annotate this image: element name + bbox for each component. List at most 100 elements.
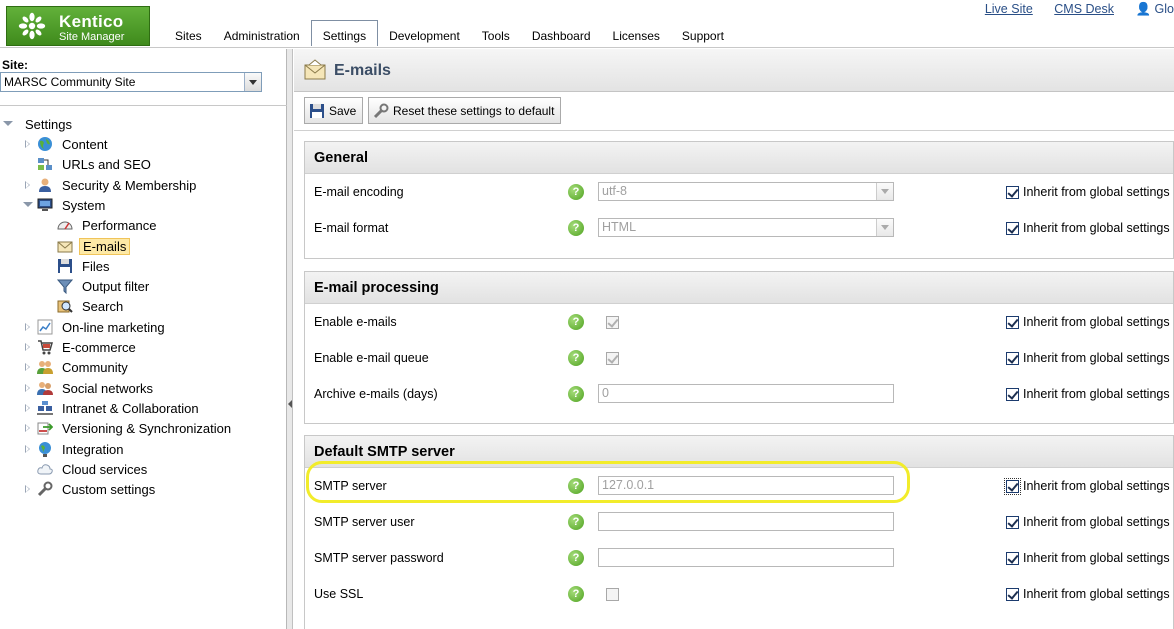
- expand-icon[interactable]: [23, 322, 33, 332]
- chevron-down-icon[interactable]: [876, 219, 893, 236]
- expand-icon[interactable]: [23, 403, 33, 413]
- cms-desk-link[interactable]: CMS Desk: [1054, 2, 1114, 16]
- tab-administration[interactable]: Administration: [213, 22, 311, 46]
- inherit-checkbox[interactable]: [1006, 387, 1019, 401]
- inherit-checkbox[interactable]: [1006, 315, 1019, 329]
- expand-icon[interactable]: [23, 362, 33, 372]
- inherit-toggle[interactable]: Inherit from global settings: [1006, 185, 1170, 199]
- tree-item-emails[interactable]: E-mails: [57, 237, 131, 255]
- inherit-toggle[interactable]: Inherit from global settings: [1006, 351, 1170, 365]
- tree-item-intranet[interactable]: Intranet & Collaboration: [23, 399, 202, 417]
- expand-icon[interactable]: [23, 180, 33, 190]
- tab-sites[interactable]: Sites: [164, 22, 213, 46]
- tree-item-versioning[interactable]: Versioning & Synchronization: [23, 419, 234, 437]
- tree-item-content[interactable]: Content: [23, 135, 111, 153]
- reset-to-default-button[interactable]: Reset these settings to default: [368, 97, 562, 124]
- logo-title: Kentico: [59, 12, 124, 31]
- collapse-arrow-icon[interactable]: [288, 400, 292, 408]
- live-site-link[interactable]: Live Site: [985, 2, 1033, 16]
- email-encoding-select[interactable]: utf-8: [598, 182, 894, 201]
- chevron-down-icon[interactable]: [244, 73, 261, 91]
- expand-icon[interactable]: [23, 423, 33, 433]
- inherit-toggle[interactable]: Inherit from global settings: [1006, 387, 1170, 401]
- inherit-toggle[interactable]: Inherit from global settings: [1006, 315, 1170, 329]
- inherit-checkbox[interactable]: [1006, 587, 1019, 601]
- help-icon[interactable]: ?: [568, 386, 584, 402]
- tree-item-urls-seo[interactable]: URLs and SEO: [23, 155, 154, 173]
- expand-icon[interactable]: [23, 139, 33, 149]
- section-title: E-mail processing: [305, 272, 1173, 304]
- smtp-server-user-input[interactable]: [598, 512, 894, 531]
- tree-item-ecommerce[interactable]: E-commerce: [23, 338, 139, 356]
- tree-item-custom-settings[interactable]: Custom settings: [23, 480, 158, 498]
- help-icon[interactable]: ?: [568, 184, 584, 200]
- tree-item-files[interactable]: Files: [57, 257, 112, 275]
- tree-item-performance[interactable]: Performance: [57, 216, 159, 234]
- help-icon[interactable]: ?: [568, 314, 584, 330]
- tree-item-security[interactable]: Security & Membership: [23, 176, 199, 194]
- expand-icon[interactable]: [23, 484, 33, 494]
- inherit-toggle[interactable]: Inherit from global settings: [1006, 551, 1170, 565]
- tree-item-community[interactable]: Community: [23, 358, 131, 376]
- tree-item-cloud-services[interactable]: Cloud services: [23, 460, 150, 478]
- inherit-toggle[interactable]: Inherit from global settings: [1006, 221, 1170, 235]
- section-email-processing: E-mail processing Enable e-mails ? Inher…: [304, 271, 1174, 424]
- help-icon[interactable]: ?: [568, 586, 584, 602]
- tree-item-search[interactable]: Search: [57, 297, 126, 315]
- help-icon[interactable]: ?: [568, 350, 584, 366]
- archive-emails-input[interactable]: 0: [598, 384, 894, 403]
- tab-settings[interactable]: Settings: [310, 20, 379, 46]
- inherit-toggle[interactable]: Inherit from global settings: [1004, 477, 1170, 495]
- collapse-icon[interactable]: [23, 200, 33, 210]
- expand-icon[interactable]: [23, 383, 33, 393]
- tree-item-label: On-line marketing: [62, 319, 165, 335]
- user-menu[interactable]: 👤 Glo: [1135, 2, 1174, 16]
- inherit-checkbox[interactable]: [1006, 515, 1019, 529]
- help-icon[interactable]: ?: [568, 220, 584, 236]
- tree-item-label: Social networks: [62, 380, 154, 396]
- help-icon[interactable]: ?: [568, 478, 584, 494]
- tree-item-system[interactable]: System: [23, 196, 108, 214]
- collapse-icon[interactable]: [3, 119, 13, 129]
- kentico-logo[interactable]: Kentico Site Manager: [6, 6, 150, 46]
- chevron-down-icon[interactable]: [876, 183, 893, 200]
- inherit-toggle[interactable]: Inherit from global settings: [1006, 587, 1170, 601]
- setting-label: E-mail encoding: [314, 185, 404, 199]
- inherit-checkbox[interactable]: [1006, 551, 1019, 565]
- setting-row-enable-emails: Enable e-mails ? Inherit from global set…: [305, 304, 1173, 340]
- inherit-checkbox[interactable]: [1006, 221, 1019, 235]
- email-format-select[interactable]: HTML: [598, 218, 894, 237]
- tree-item-integration[interactable]: Integration: [23, 440, 126, 458]
- inherit-checkbox[interactable]: [1006, 351, 1019, 365]
- help-icon[interactable]: ?: [568, 514, 584, 530]
- tree-item-label: System: [62, 197, 106, 213]
- help-icon[interactable]: ?: [568, 550, 584, 566]
- inherit-checkbox[interactable]: [1004, 477, 1021, 495]
- expand-icon[interactable]: [23, 444, 33, 454]
- tree-item-label: Community: [62, 359, 128, 375]
- tree-item-online-marketing[interactable]: On-line marketing: [23, 318, 168, 336]
- smtp-server-input[interactable]: 127.0.0.1: [598, 476, 894, 495]
- enable-emails-checkbox[interactable]: [606, 316, 619, 329]
- expand-icon[interactable]: [23, 342, 33, 352]
- tree-item-settings[interactable]: Settings: [3, 115, 75, 133]
- tree-item-output-filter[interactable]: Output filter: [56, 277, 152, 295]
- tab-tools[interactable]: Tools: [471, 22, 521, 46]
- tab-support[interactable]: Support: [671, 22, 735, 46]
- wrench-icon: [37, 481, 53, 497]
- use-ssl-checkbox[interactable]: [606, 588, 619, 601]
- inherit-toggle[interactable]: Inherit from global settings: [1006, 515, 1170, 529]
- inherit-checkbox[interactable]: [1006, 185, 1019, 199]
- panel-splitter[interactable]: [287, 49, 293, 629]
- save-button[interactable]: Save: [304, 97, 364, 124]
- tree-item-social-networks[interactable]: Social networks: [23, 379, 156, 397]
- inherit-label: Inherit from global settings: [1023, 587, 1170, 601]
- site-select[interactable]: MARSC Community Site: [0, 72, 262, 92]
- tab-development[interactable]: Development: [378, 22, 471, 46]
- setting-row-email-format: E-mail format ? HTML Inherit from global…: [305, 210, 1173, 246]
- tab-dashboard[interactable]: Dashboard: [521, 22, 602, 46]
- smtp-server-password-input[interactable]: [598, 548, 894, 567]
- inherit-label: Inherit from global settings: [1023, 221, 1170, 235]
- enable-email-queue-checkbox[interactable]: [606, 352, 619, 365]
- tab-licenses[interactable]: Licenses: [602, 22, 671, 46]
